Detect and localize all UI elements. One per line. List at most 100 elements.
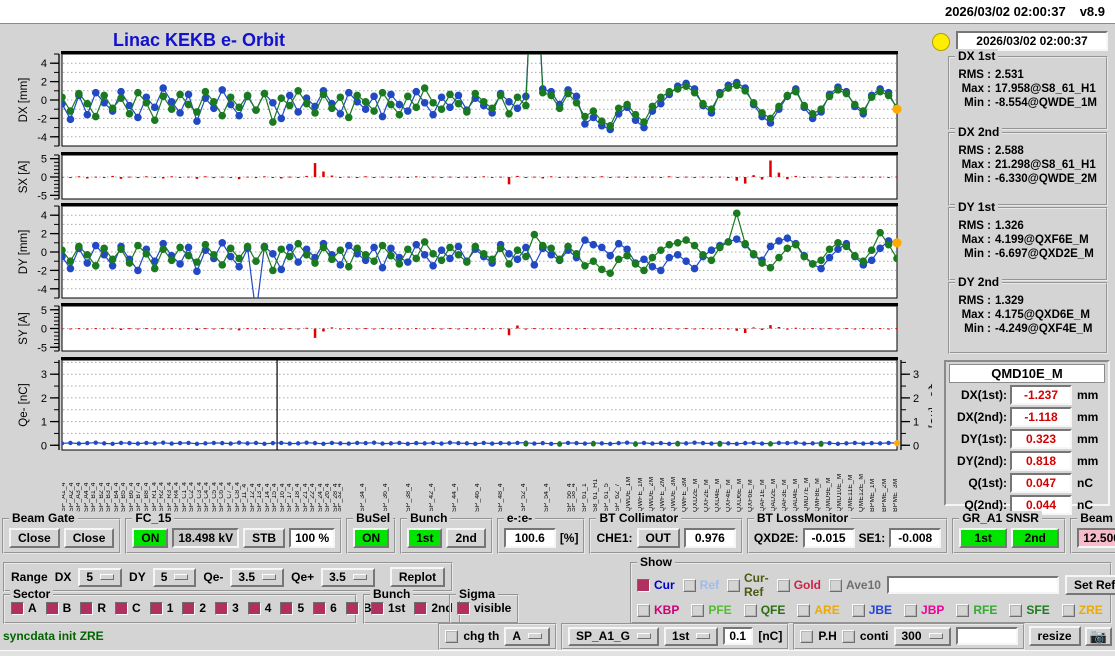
beam-rep-group: Beam Rep 12.500 0.000 [Hz] 0.000 [%] (1070, 518, 1115, 554)
show-region-checkbox[interactable]: ARE (797, 603, 839, 617)
show-checkbox[interactable]: Gold (777, 571, 821, 599)
chg-th-dropdown[interactable]: A (504, 627, 550, 646)
count-input[interactable] (956, 627, 1018, 645)
group-title: Bunch (370, 587, 413, 601)
show-region-checkbox[interactable]: PFE (691, 603, 731, 617)
bpm-labels-mid: SP_32_4SP_34_4SP_36_4SP_38_4SP_42_4SP_44… (338, 452, 572, 512)
bunch-2nd-button[interactable]: 2nd (446, 528, 485, 548)
ref-name-input[interactable] (887, 576, 1059, 594)
sp-select-dropdown[interactable]: SP_A1_G (568, 627, 659, 646)
checkbox-label: R (97, 601, 106, 615)
svg-text:0: 0 (913, 440, 919, 452)
checkbox-label: JBP (921, 603, 944, 617)
conti-checkbox[interactable] (842, 630, 855, 643)
range-dx-dropdown[interactable]: 5 (78, 568, 122, 587)
fc15-on-button[interactable]: ON (132, 528, 168, 548)
fc15-group: FC_15 ON 18.498 kV STB 100 % (125, 518, 342, 554)
bpm-readout-rows: DX(1st): -1.237 mm DX(2nd): -1.118 mm DY… (949, 385, 1105, 515)
sector-checkbox[interactable]: B (46, 601, 72, 615)
bunch-1st-button[interactable]: 1st (407, 528, 442, 548)
show-checkbox[interactable]: Cur-Ref (727, 571, 769, 599)
checkbox-label: KBP (654, 603, 679, 617)
chg-th-checkbox[interactable] (445, 630, 458, 643)
bpm-label: QXD4E_M (715, 452, 721, 512)
checkbox-label: 5 (297, 601, 304, 615)
bunch-select-dropdown[interactable]: 1st (664, 627, 718, 646)
show-region-checkbox[interactable]: QFE (744, 603, 786, 617)
range-dy-dropdown[interactable]: 5 (153, 568, 197, 587)
count-dropdown[interactable]: 300 (894, 627, 951, 646)
checkbox-icon (215, 602, 228, 615)
show-region-checkbox[interactable]: RFE (956, 603, 997, 617)
sector-checkbox[interactable]: 1 (150, 601, 174, 615)
bpm-label: SP_17_4 (287, 452, 293, 512)
bunch-checkbox[interactable]: 1st (371, 601, 405, 615)
threshold-input[interactable] (723, 627, 753, 645)
sector-checkbox[interactable]: A (11, 601, 37, 615)
range-qe-minus-dropdown[interactable]: 3.5 (230, 568, 284, 587)
sector-checkbox[interactable]: 6 (313, 601, 337, 615)
replot-button[interactable]: Replot (390, 567, 445, 587)
resize-button[interactable]: resize (1029, 626, 1081, 646)
show-region-checkbox[interactable]: SFE (1009, 603, 1049, 617)
status-bar: syncdata init ZRE chg th A SP_A1_G 1st [… (0, 622, 1115, 650)
chg-th-label: chg th (463, 629, 499, 643)
beam-gate-close-button-2[interactable]: Close (64, 528, 115, 548)
sector-checkbox[interactable]: C (115, 601, 141, 615)
sx-steering-plot: 50-5SX [A] (17, 151, 932, 202)
sector-checkbox[interactable]: 3 (215, 601, 239, 615)
bpm-label: QXF6E_M (748, 452, 754, 512)
svg-text:-4: -4 (37, 284, 47, 296)
beam-gate-close-button-1[interactable]: Close (9, 528, 60, 548)
bpm-label: BPME_2M (882, 452, 888, 512)
screenshot-button[interactable]: 📷 (1085, 627, 1112, 646)
fc15-stb-button[interactable]: STB (243, 528, 285, 548)
sigma-visible-checkbox[interactable]: visible (457, 601, 511, 615)
sector-checkbox[interactable]: 5 (280, 601, 304, 615)
sector-checkbox[interactable]: 4 (248, 601, 272, 615)
max-label: Max : (954, 309, 991, 321)
range-qe-plus-dropdown[interactable]: 3.5 (321, 568, 375, 587)
bpm-label: SP_62_7 (615, 452, 621, 512)
show-checkbox[interactable]: Ave10 (829, 571, 881, 599)
show-region-checkbox[interactable]: JBP (904, 603, 944, 617)
bpm-label: SP_C7_4 (227, 452, 233, 512)
readout-unit: mm (1077, 454, 1098, 468)
svg-text:SX [A]: SX [A] (18, 161, 30, 194)
che1-out-button[interactable]: OUT (637, 528, 680, 548)
option-menu-icon (929, 633, 943, 639)
show-region-checkbox[interactable]: JBE (852, 603, 892, 617)
busel-on-button[interactable]: ON (353, 528, 389, 548)
snsr-1st-button[interactable]: 1st (959, 528, 1007, 548)
checkbox-icon (683, 579, 696, 592)
show-region-checkbox[interactable]: KBP (637, 603, 679, 617)
camera-icon: 📷 (1090, 628, 1107, 644)
checkbox-label: QFE (761, 603, 786, 617)
svg-text:5: 5 (41, 154, 47, 166)
bpm-label: QXD2E_M (693, 452, 699, 512)
ph-checkbox[interactable] (800, 630, 813, 643)
bpm-label: QME12E_M (859, 452, 865, 512)
rms-label: RMS : (954, 69, 991, 81)
show-checkbox[interactable]: Ref (683, 571, 719, 599)
bpm-label: SP_26_4 (325, 452, 331, 512)
show-checkbox[interactable]: Cur (637, 571, 675, 599)
set-ref-button[interactable]: Set Ref (1065, 575, 1115, 595)
group-title: Beam Rep (1077, 511, 1115, 525)
min-value: -6.330@QWDE_2M (995, 173, 1097, 185)
bunch-checkbox[interactable]: 2nd (414, 601, 452, 615)
bpm-label: SP_C2_4 (189, 452, 195, 512)
rms-value: 1.329 (995, 295, 1024, 307)
bpm-readout-row: DX(1st): -1.237 mm (949, 385, 1105, 405)
checkbox-icon (637, 604, 650, 617)
fc15-kv-display: 18.498 kV (172, 528, 239, 548)
show-region-checkbox[interactable]: ZRE (1062, 603, 1103, 617)
sector-checkbox[interactable]: R (80, 601, 106, 615)
checkbox-label: RFE (973, 603, 997, 617)
option-menu-icon (528, 633, 542, 639)
sector-checkbox[interactable]: 2 (182, 601, 206, 615)
bpm-label: SP_21_4 (303, 452, 309, 512)
ee-ratio-unit: [%] (560, 531, 579, 545)
snsr-2nd-button[interactable]: 2nd (1011, 528, 1059, 548)
bpm-label: BPME_1M (870, 452, 876, 512)
